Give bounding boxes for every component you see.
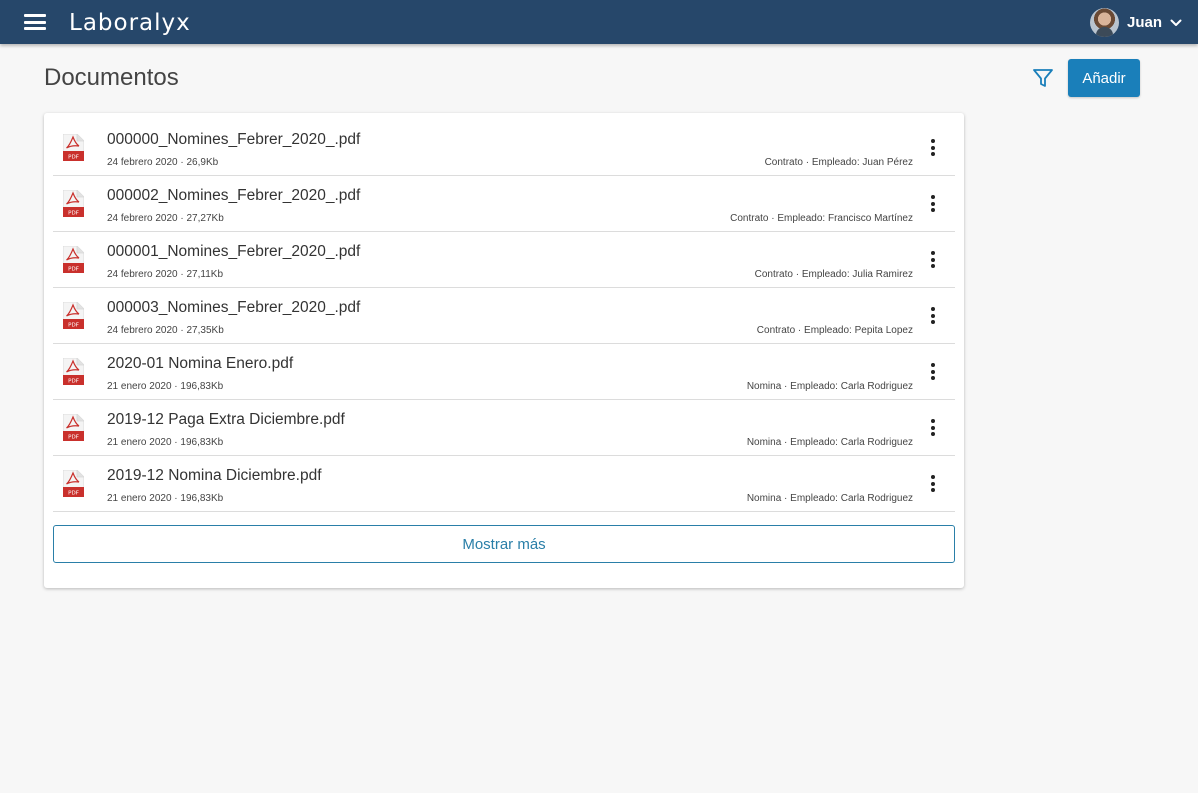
document-tag: Nomina · Empleado: Carla Rodriguez: [746, 381, 913, 392]
more-vertical-icon[interactable]: [925, 419, 941, 439]
document-tag: Nomina · Empleado: Carla Rodriguez: [746, 493, 913, 504]
filter-icon[interactable]: [1032, 67, 1054, 89]
more-vertical-icon[interactable]: [925, 251, 941, 271]
document-meta: 21 enero 2020 · 196,83Kb: [107, 437, 224, 448]
svg-text:PDF: PDF: [68, 267, 79, 273]
document-meta: 24 febrero 2020 · 27,11Kb: [107, 269, 224, 280]
app-logo[interactable]: Laboralyx: [69, 9, 191, 37]
more-vertical-icon[interactable]: [925, 195, 941, 215]
document-meta: 24 febrero 2020 · 27,27Kb: [107, 213, 224, 224]
svg-text:PDF: PDF: [68, 155, 79, 161]
document-row[interactable]: PDF 2020-01 Nomina Enero.pdf 21 enero 20…: [53, 344, 955, 400]
hamburger-menu-icon[interactable]: [20, 9, 50, 35]
document-list: PDF 000000_Nomines_Febrer_2020_.pdf 24 f…: [53, 120, 955, 512]
more-vertical-icon[interactable]: [925, 307, 941, 327]
show-more-button[interactable]: Mostrar más: [53, 525, 955, 563]
document-name[interactable]: 000003_Nomines_Febrer_2020_.pdf: [107, 299, 360, 317]
document-row[interactable]: PDF 000002_Nomines_Febrer_2020_.pdf 24 f…: [53, 176, 955, 232]
document-name[interactable]: 000000_Nomines_Febrer_2020_.pdf: [107, 131, 360, 149]
document-meta: 24 febrero 2020 · 27,35Kb: [107, 325, 224, 336]
pdf-file-icon: PDF: [63, 302, 84, 329]
user-name: Juan: [1126, 13, 1162, 31]
svg-text:PDF: PDF: [68, 323, 79, 329]
document-tag: Contrato · Empleado: Julia Ramirez: [754, 269, 913, 280]
svg-text:PDF: PDF: [68, 211, 79, 217]
documents-card: PDF 000000_Nomines_Febrer_2020_.pdf 24 f…: [44, 113, 964, 588]
document-meta: 21 enero 2020 · 196,83Kb: [107, 493, 224, 504]
document-row[interactable]: PDF 000000_Nomines_Febrer_2020_.pdf 24 f…: [53, 120, 955, 176]
top-navigation-bar: Laboralyx Juan: [0, 0, 1198, 44]
document-tag: Nomina · Empleado: Carla Rodriguez: [746, 437, 913, 448]
document-row[interactable]: PDF 2019-12 Nomina Diciembre.pdf 21 ener…: [53, 456, 955, 512]
pdf-file-icon: PDF: [63, 246, 84, 273]
svg-text:PDF: PDF: [68, 435, 79, 441]
svg-text:PDF: PDF: [68, 379, 79, 385]
document-tag: Contrato · Empleado: Francisco Martínez: [730, 213, 913, 224]
document-name[interactable]: 2020-01 Nomina Enero.pdf: [107, 355, 293, 373]
add-document-button[interactable]: Añadir: [1068, 59, 1140, 97]
more-vertical-icon[interactable]: [925, 475, 941, 495]
document-name[interactable]: 2019-12 Paga Extra Diciembre.pdf: [107, 411, 345, 429]
pdf-file-icon: PDF: [63, 358, 84, 385]
document-meta: 21 enero 2020 · 196,83Kb: [107, 381, 224, 392]
more-vertical-icon[interactable]: [925, 363, 941, 383]
document-meta: 24 febrero 2020 · 26,9Kb: [107, 157, 219, 168]
avatar[interactable]: [1089, 7, 1119, 37]
page-title: Documentos: [44, 64, 179, 91]
document-row[interactable]: PDF 000001_Nomines_Febrer_2020_.pdf 24 f…: [53, 232, 955, 288]
user-menu[interactable]: Juan: [1089, 7, 1182, 37]
document-name[interactable]: 000002_Nomines_Febrer_2020_.pdf: [107, 187, 360, 205]
document-row[interactable]: PDF 2019-12 Paga Extra Diciembre.pdf 21 …: [53, 400, 955, 456]
pdf-file-icon: PDF: [63, 134, 84, 161]
pdf-file-icon: PDF: [63, 414, 84, 441]
more-vertical-icon[interactable]: [925, 139, 941, 159]
document-tag: Contrato · Empleado: Pepita Lopez: [756, 325, 913, 336]
document-row[interactable]: PDF 000003_Nomines_Febrer_2020_.pdf 24 f…: [53, 288, 955, 344]
document-name[interactable]: 2019-12 Nomina Diciembre.pdf: [107, 467, 322, 485]
pdf-file-icon: PDF: [63, 190, 84, 217]
document-tag: Contrato · Empleado: Juan Pérez: [764, 157, 913, 168]
pdf-file-icon: PDF: [63, 470, 84, 497]
svg-text:PDF: PDF: [68, 491, 79, 497]
chevron-down-icon[interactable]: [1170, 17, 1182, 29]
document-name[interactable]: 000001_Nomines_Febrer_2020_.pdf: [107, 243, 360, 261]
